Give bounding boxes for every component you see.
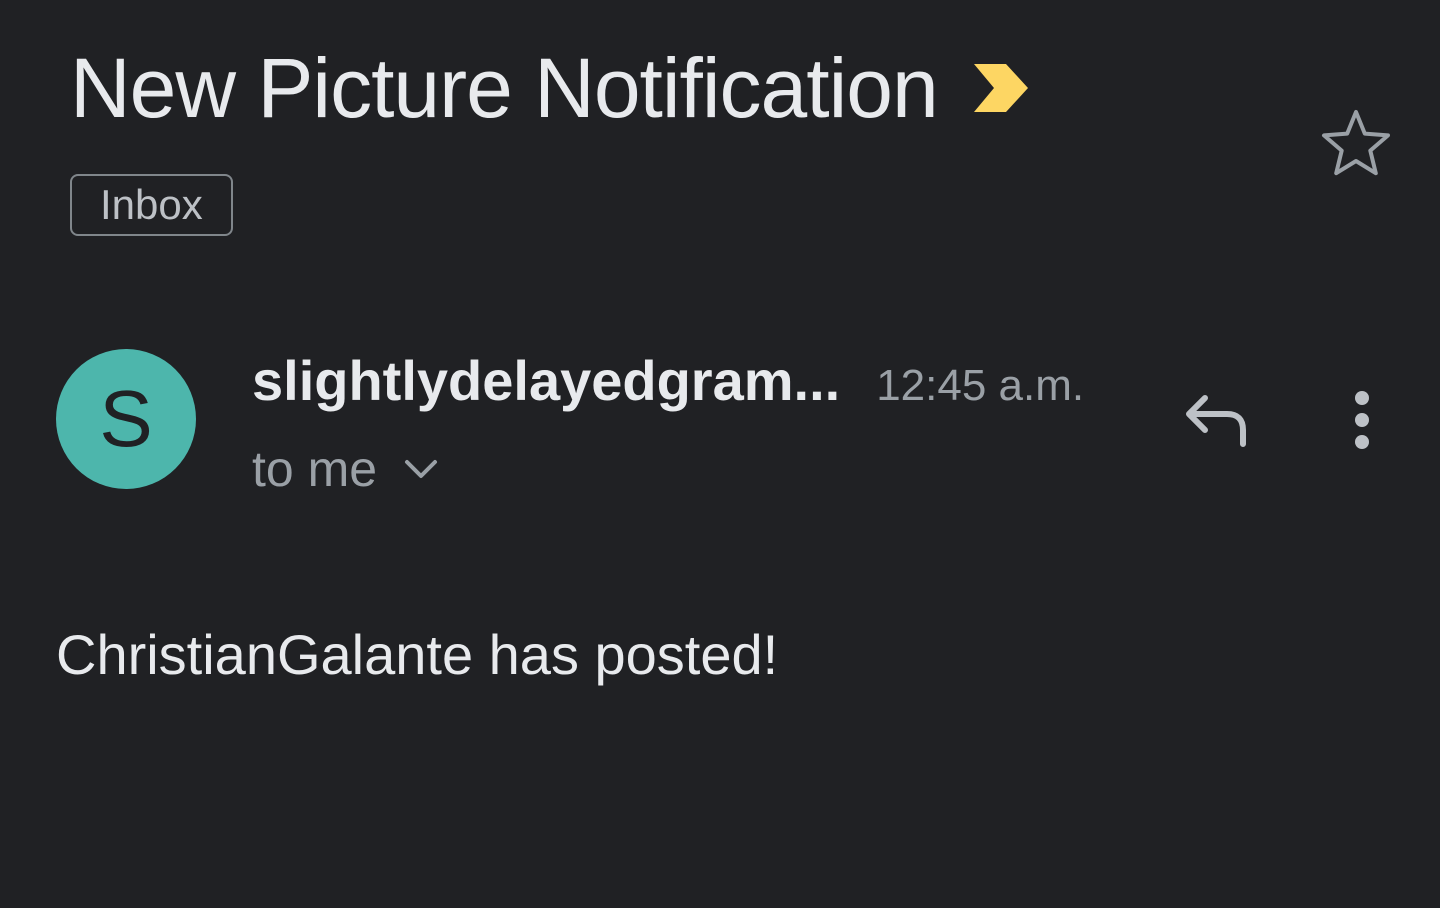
- more-options-button[interactable]: [1326, 384, 1398, 456]
- sender-name[interactable]: slightlydelayedgram...: [252, 348, 840, 413]
- reply-icon: [1186, 395, 1246, 447]
- email-body: ChristianGalante has posted!: [56, 623, 779, 686]
- label-chip-inbox[interactable]: Inbox: [70, 174, 233, 236]
- avatar[interactable]: S: [56, 349, 196, 489]
- sender-row: slightlydelayedgram... 12:45 a.m.: [252, 348, 1084, 413]
- star-icon[interactable]: [1320, 106, 1392, 178]
- email-subject: New Picture Notification: [70, 41, 939, 135]
- subject-row: New Picture Notification: [70, 38, 1032, 138]
- reply-button[interactable]: [1176, 384, 1256, 456]
- importance-marker-icon[interactable]: [970, 62, 1032, 114]
- email-time: 12:45 a.m.: [876, 361, 1085, 410]
- avatar-initial: S: [99, 374, 153, 463]
- email-view: New Picture Notification Inbox S slightl…: [0, 0, 1440, 908]
- recipient-text: to me: [252, 441, 378, 497]
- more-vert-icon: [1355, 391, 1369, 449]
- label-chip-text: Inbox: [100, 181, 203, 228]
- chevron-down-icon: [405, 460, 438, 478]
- recipient-details-toggle[interactable]: to me: [252, 440, 441, 498]
